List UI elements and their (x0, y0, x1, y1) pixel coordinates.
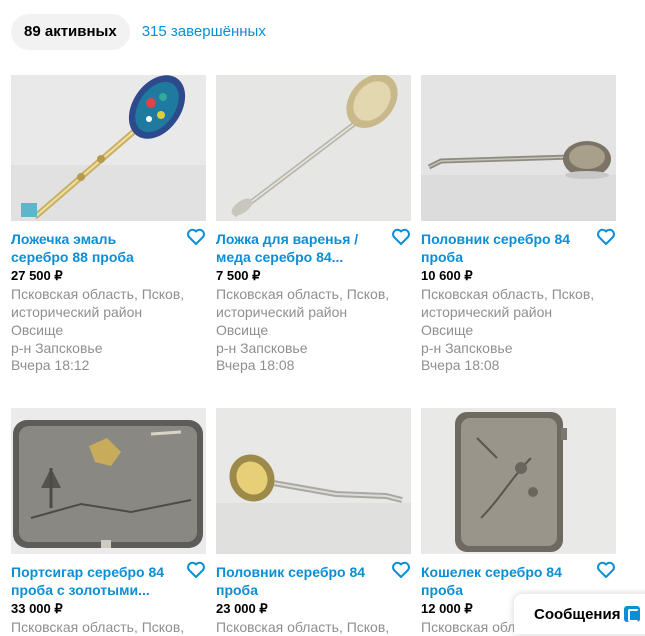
favorite-heart-icon[interactable] (186, 560, 206, 580)
favorite-heart-icon[interactable] (596, 227, 616, 247)
listing-location: Псковская область, Псков, (11, 619, 185, 635)
ladle-image (421, 75, 616, 221)
listing-photo[interactable] (421, 75, 616, 221)
listing-location: Псковская область, Псков, исторический р… (421, 286, 595, 356)
favorite-heart-icon[interactable] (391, 227, 411, 247)
cigarette-case-image (11, 408, 206, 554)
listing-photo[interactable] (11, 75, 206, 221)
listing-title[interactable]: Ложечка эмаль серебро 88 проба (11, 230, 176, 266)
messenger-icon (624, 606, 641, 622)
listing-price: 10 600 ₽ (421, 268, 473, 283)
listing-price: 33 000 ₽ (11, 601, 63, 616)
listing-date: Вчера 18:08 (216, 357, 295, 373)
messages-label: Сообщения (534, 605, 621, 623)
listing-price: 7 500 ₽ (216, 268, 261, 283)
listing-photo[interactable] (216, 75, 411, 221)
listing-title[interactable]: Ложка для варенья / меда серебро 84... (216, 230, 381, 266)
listing-location: Псковская область, Псков, (216, 619, 390, 635)
listing-price: 23 000 ₽ (216, 601, 268, 616)
listing-date: Вчера 18:12 (11, 357, 90, 373)
messages-button[interactable]: Сообщения (514, 594, 645, 634)
favorite-heart-icon[interactable] (186, 227, 206, 247)
listing-photo[interactable] (216, 408, 411, 554)
listing-title[interactable]: Половник серебро 84 проба (216, 563, 381, 599)
listing-title[interactable]: Портсигар серебро 84 проба с золотыми... (11, 563, 176, 599)
favorite-heart-icon[interactable] (391, 560, 411, 580)
wallet-image (421, 408, 616, 554)
tab-completed-listings[interactable]: 315 завершённых (142, 14, 266, 50)
listing-location: Псковская область, Псков, исторический р… (216, 286, 390, 356)
ladle-image (216, 408, 411, 554)
listing-location: Псковская область, Псков, исторический р… (11, 286, 185, 356)
enamel-spoon-image (11, 75, 206, 221)
listing-price: 12 000 ₽ (421, 601, 473, 616)
listing-photo[interactable] (421, 408, 616, 554)
tab-active-listings[interactable]: 89 активных (11, 14, 130, 50)
jam-spoon-image (216, 75, 411, 221)
listing-photo[interactable] (11, 408, 206, 554)
listing-status-tabs: 89 активных 315 завершённых (11, 14, 266, 50)
favorite-heart-icon[interactable] (596, 560, 616, 580)
listing-price: 27 500 ₽ (11, 268, 63, 283)
listing-date: Вчера 18:08 (421, 357, 500, 373)
listing-title[interactable]: Половник серебро 84 проба (421, 230, 586, 266)
